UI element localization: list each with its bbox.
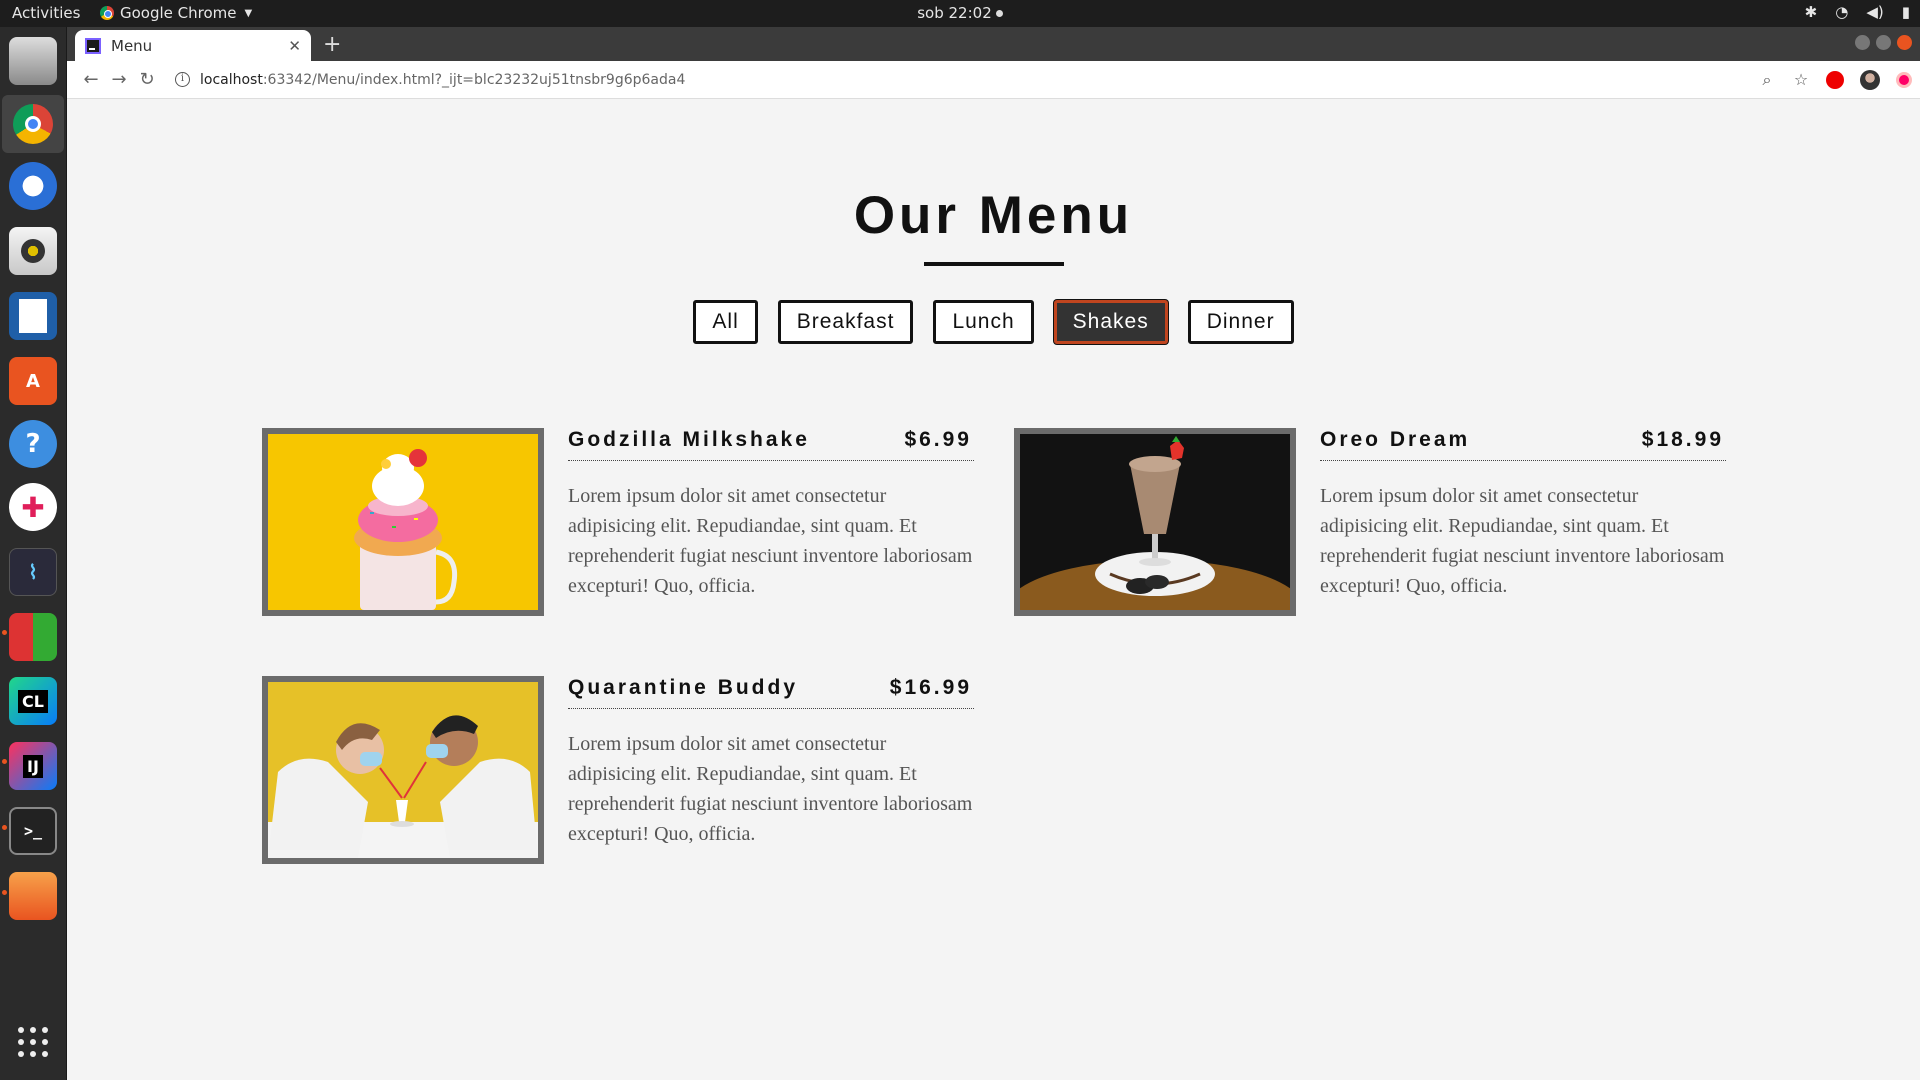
terminal-icon[interactable]: >_ xyxy=(9,807,57,855)
system-monitor-icon[interactable]: ⌇ xyxy=(9,548,57,596)
title-underline xyxy=(924,262,1064,266)
browser-window: Menu ✕ + ← → ↻ i localhost:63342/Menu/in… xyxy=(67,27,1920,1080)
tab-strip: Menu ✕ + xyxy=(67,27,1920,61)
filter-bar: All Breakfast Lunch Shakes Dinner xyxy=(67,300,1920,344)
menu-item-description: Lorem ipsum dolor sit amet consectetur a… xyxy=(568,733,973,845)
address-bar[interactable]: i localhost:63342/Menu/index.html?_ijt=b… xyxy=(175,72,685,88)
thunderbird-icon[interactable] xyxy=(9,162,57,210)
folder-icon[interactable] xyxy=(9,872,57,920)
new-tab-icon[interactable]: + xyxy=(323,32,341,57)
menu-page: Our Menu All Breakfast Lunch Shakes Dinn… xyxy=(67,99,1920,1080)
filter-shakes-button[interactable]: Shakes xyxy=(1053,300,1168,344)
software-center-icon[interactable]: A xyxy=(9,357,57,405)
menu-item-info: Godzilla Milkshake $6.99 Lorem ipsum dol… xyxy=(568,428,974,601)
menu-item-price: $16.99 xyxy=(889,676,972,699)
cube-game-icon[interactable] xyxy=(9,613,57,661)
menu-item-photo xyxy=(262,428,544,616)
clock[interactable]: sob 22:02 xyxy=(0,4,1920,22)
filter-breakfast-button[interactable]: Breakfast xyxy=(777,300,914,344)
menu-item-price: $6.99 xyxy=(904,428,972,451)
menu-item-name: Oreo Dream xyxy=(1320,428,1471,451)
help-icon[interactable]: ? xyxy=(9,420,57,468)
close-window-icon[interactable] xyxy=(1897,35,1912,50)
dock: A ? ✚ ⌇ CL IJ >_ xyxy=(0,27,67,1080)
clock-label: sob 22:02 xyxy=(917,4,992,22)
menu-item-photo xyxy=(1014,428,1296,616)
menu-item-name: Godzilla Milkshake xyxy=(568,428,810,451)
battery-icon[interactable]: ▮ xyxy=(1902,3,1910,21)
menu-item-header: Oreo Dream $18.99 xyxy=(1320,428,1726,461)
running-indicator xyxy=(2,759,7,764)
menu-item-photo xyxy=(262,676,544,864)
running-indicator xyxy=(2,890,7,895)
url-path: :63342/Menu/index.html?_ijt=blc23232uj51… xyxy=(262,71,686,88)
maximize-icon[interactable] xyxy=(1876,35,1891,50)
menu-item-name: Quarantine Buddy xyxy=(568,676,799,699)
zoom-icon[interactable]: ⌕ xyxy=(1758,71,1776,89)
minimize-icon[interactable] xyxy=(1855,35,1870,50)
site-info-icon[interactable]: i xyxy=(175,72,190,87)
wifi-icon[interactable]: ◔ xyxy=(1835,3,1848,21)
volume-icon[interactable]: ◀) xyxy=(1866,3,1883,21)
show-apps-icon[interactable] xyxy=(18,1027,48,1057)
clion-icon[interactable]: CL xyxy=(9,677,57,725)
system-tray[interactable]: ✱ ◔ ◀) ▮ xyxy=(1805,3,1910,21)
extension-icon[interactable] xyxy=(1826,71,1844,89)
forward-icon[interactable]: → xyxy=(105,69,133,90)
bookmark-star-icon[interactable]: ☆ xyxy=(1792,71,1810,89)
update-icon[interactable] xyxy=(1896,72,1912,88)
url-host: localhost xyxy=(200,71,263,88)
menu-item-description: Lorem ipsum dolor sit amet consectetur a… xyxy=(568,485,973,597)
back-icon[interactable]: ← xyxy=(77,69,105,90)
menu-item-description: Lorem ipsum dolor sit amet consectetur a… xyxy=(1320,485,1725,597)
window-controls xyxy=(1855,35,1912,50)
chrome-icon[interactable] xyxy=(2,95,64,153)
writer-icon[interactable] xyxy=(9,292,57,340)
filter-dinner-button[interactable]: Dinner xyxy=(1187,300,1294,344)
menu-item-info: Oreo Dream $18.99 Lorem ipsum dolor sit … xyxy=(1320,428,1726,601)
quarantine-buddy-image xyxy=(268,682,538,858)
menu-item-header: Quarantine Buddy $16.99 xyxy=(568,676,974,709)
tab-menu[interactable]: Menu ✕ xyxy=(75,30,311,61)
page-title: Our Menu xyxy=(853,186,1134,245)
gnome-top-bar: Activities Google Chrome ▼ sob 22:02 ✱ ◔… xyxy=(0,0,1920,27)
tab-title: Menu xyxy=(111,36,153,55)
menu-item-header: Godzilla Milkshake $6.99 xyxy=(568,428,974,461)
browser-toolbar: ← → ↻ i localhost:63342/Menu/index.html?… xyxy=(67,61,1920,99)
notification-dot-icon xyxy=(995,10,1003,17)
bluetooth-icon[interactable]: ✱ xyxy=(1805,3,1818,21)
close-tab-icon[interactable]: ✕ xyxy=(288,37,301,55)
running-indicator xyxy=(2,825,7,830)
files-icon[interactable] xyxy=(9,37,57,85)
menu-item-info: Quarantine Buddy $16.99 Lorem ipsum dolo… xyxy=(568,676,974,849)
filter-all-button[interactable]: All xyxy=(693,300,758,344)
menu-item-price: $18.99 xyxy=(1641,428,1724,451)
rhythmbox-icon[interactable] xyxy=(9,227,57,275)
reload-icon[interactable]: ↻ xyxy=(133,69,161,90)
intellij-favicon-icon xyxy=(85,37,101,54)
oreo-dream-image xyxy=(1020,434,1290,610)
godzilla-milkshake-image xyxy=(268,434,538,610)
running-indicator xyxy=(2,630,7,635)
intellij-icon[interactable]: IJ xyxy=(9,742,57,790)
filter-lunch-button[interactable]: Lunch xyxy=(933,300,1034,344)
toolbar-actions: ⌕ ☆ xyxy=(1758,70,1912,90)
slack-icon[interactable]: ✚ xyxy=(9,483,57,531)
profile-avatar[interactable] xyxy=(1860,70,1880,90)
